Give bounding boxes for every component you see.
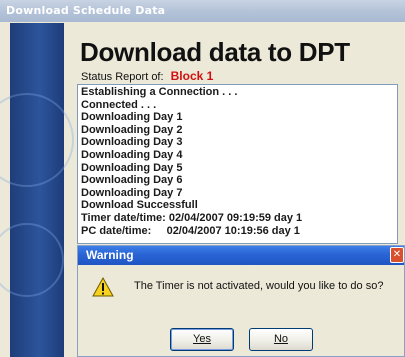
status-report: Status Report of: Block 1 bbox=[81, 69, 213, 83]
close-icon: ✕ bbox=[392, 249, 402, 260]
log-line: Connected . . . bbox=[81, 98, 157, 111]
side-decoration-panel bbox=[0, 23, 74, 357]
decorative-arc bbox=[0, 223, 64, 297]
status-log[interactable]: Establishing a Connection . . . Connecte… bbox=[77, 84, 398, 244]
close-button[interactable]: ✕ bbox=[390, 247, 404, 263]
log-line: Downloading Day 1 bbox=[81, 111, 183, 124]
window-title: Download Schedule Data bbox=[6, 4, 166, 17]
warning-dialog: Warning ✕ The Timer is not activated, wo… bbox=[77, 245, 405, 357]
yes-button[interactable]: Yes bbox=[170, 328, 234, 351]
status-value: Block 1 bbox=[170, 69, 214, 83]
dialog-title-bar[interactable]: Warning ✕ bbox=[78, 246, 404, 265]
log-lines: Establishing a Connection . . . Connecte… bbox=[81, 86, 302, 237]
no-button[interactable]: No bbox=[249, 328, 313, 351]
log-line: Download Successfull bbox=[81, 199, 198, 212]
page-title: Download data to DPT bbox=[80, 37, 350, 67]
log-line: Timer date/time: 02/04/2007 09:19:59 day… bbox=[81, 211, 303, 224]
log-line: Downloading Day 5 bbox=[81, 161, 183, 174]
dialog-message: The Timer is not activated, would you li… bbox=[134, 280, 384, 292]
warning-icon bbox=[92, 277, 114, 297]
window-title-bar[interactable]: Download Schedule Data bbox=[0, 0, 405, 22]
log-line: Downloading Day 7 bbox=[81, 186, 183, 199]
log-line: Downloading Day 4 bbox=[81, 148, 183, 161]
log-line: Downloading Day 6 bbox=[81, 174, 183, 187]
status-label: Status Report of: bbox=[81, 71, 164, 83]
dialog-title: Warning bbox=[86, 248, 134, 262]
download-schedule-window: Download Schedule Data Download data to … bbox=[0, 0, 405, 357]
log-line: PC date/time: 02/04/2007 10:19:56 day 1 bbox=[81, 224, 300, 237]
log-line: Downloading Day 2 bbox=[81, 123, 183, 136]
log-line: Establishing a Connection . . . bbox=[81, 86, 238, 98]
log-line: Downloading Day 3 bbox=[81, 136, 183, 149]
decorative-arc bbox=[0, 93, 74, 187]
